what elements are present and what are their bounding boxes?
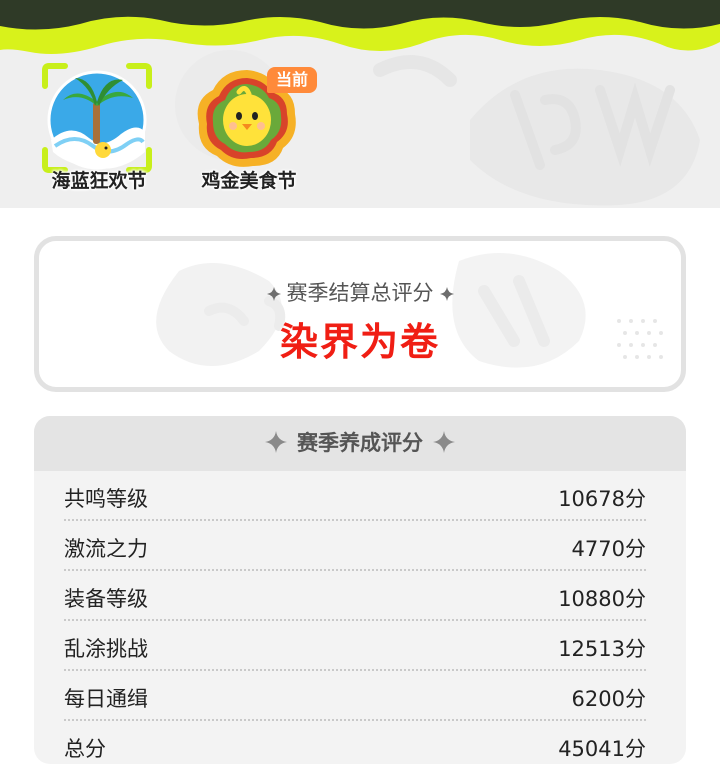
score-panel-header: 赛季养成评分 [34, 416, 686, 471]
score-value: 6200分 [571, 687, 646, 711]
score-row-torrent-power: 激流之力 4770分 [64, 521, 646, 571]
palm-wave-season-icon [42, 63, 152, 173]
diamond-sparkle-icon [439, 287, 454, 301]
season-total-rating-card: 赛季结算总评分 染界为卷 [34, 236, 686, 392]
score-value: 45041分 [558, 737, 646, 761]
score-row-resonance-level: 共鸣等级 10678分 [64, 471, 646, 521]
diamond-sparkle-icon [433, 431, 455, 453]
score-label: 乱涂挑战 [64, 637, 148, 661]
season-name: 鸡金美食节 [201, 170, 297, 192]
score-panel-title: 赛季养成评分 [297, 431, 423, 455]
score-row-equipment-level: 装备等级 10880分 [64, 571, 646, 621]
score-value: 10880分 [558, 587, 646, 611]
diamond-sparkle-icon [266, 287, 281, 301]
diamond-sparkle-icon [265, 431, 287, 453]
season-training-score-panel: 赛季养成评分 共鸣等级 10678分 激流之力 4770分 装备等级 10880… [34, 416, 686, 764]
rating-value: 染界为卷 [279, 320, 440, 364]
score-label: 装备等级 [64, 587, 148, 611]
rating-heading: 赛季结算总评分 [286, 281, 434, 305]
score-value: 10678分 [558, 487, 646, 511]
score-value: 12513分 [558, 637, 646, 661]
score-label: 每日通缉 [64, 687, 148, 711]
score-row-daily-wanted: 每日通缉 6200分 [64, 671, 646, 721]
season-card-ocean-carnival[interactable]: 海蓝狂欢节 [34, 62, 164, 192]
score-list: 共鸣等级 10678分 激流之力 4770分 装备等级 10880分 乱涂挑战 … [64, 471, 646, 764]
score-label: 激流之力 [64, 537, 148, 561]
score-row-total: 总分 45041分 [64, 721, 646, 764]
score-value: 4770分 [571, 537, 646, 561]
season-name: 海蓝狂欢节 [51, 170, 147, 192]
score-label: 总分 [64, 737, 106, 761]
score-label: 共鸣等级 [64, 487, 148, 511]
season-banner: 海蓝狂欢节 鸡金美食节 当前 [0, 0, 720, 208]
current-season-badge: 当前 [267, 67, 317, 93]
score-row-graffiti-challenge: 乱涂挑战 12513分 [64, 621, 646, 671]
rating-heading-row: 赛季结算总评分 [39, 277, 681, 307]
